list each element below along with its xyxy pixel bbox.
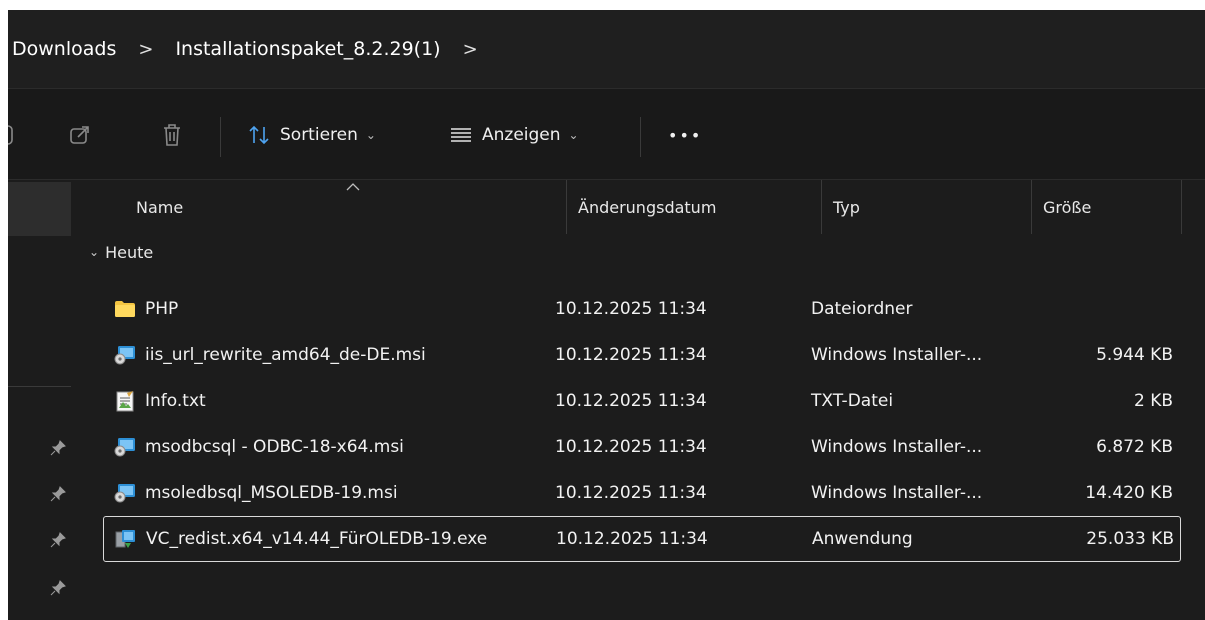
file-size: 25.033 KB — [1086, 529, 1174, 549]
file-date: 10.12.2025 11:34 — [555, 437, 707, 457]
msi-installer-icon — [113, 332, 137, 378]
column-header-name[interactable]: Name — [136, 180, 183, 234]
file-row[interactable]: PHP 10.12.2025 11:34 Dateiordner — [103, 286, 1181, 332]
file-type: Windows Installer-... — [811, 483, 983, 503]
folder-icon — [113, 286, 137, 332]
file-size: 14.420 KB — [1085, 483, 1173, 503]
file-name: msodbcsql - ODBC-18-x64.msi — [145, 437, 404, 457]
file-size: 6.872 KB — [1096, 437, 1173, 457]
file-row[interactable]: Info.txt 10.12.2025 11:34 TXT-Datei 2 KB — [103, 378, 1181, 424]
msi-installer-icon — [113, 470, 137, 516]
more-icon: ••• — [668, 125, 703, 145]
file-row[interactable]: VC_redist.x64_v14.44_FürOLEDB-19.exe 10.1… — [103, 516, 1181, 562]
file-size — [1003, 286, 1173, 332]
navigation-pane — [8, 180, 71, 620]
group-label: Heute — [105, 242, 154, 262]
sort-icon — [248, 124, 270, 146]
nav-divider — [8, 386, 71, 387]
column-divider[interactable] — [1031, 180, 1032, 234]
column-header-row: Name Änderungsdatum Typ Größe — [71, 180, 1205, 234]
file-date: 10.12.2025 11:34 — [555, 483, 707, 503]
view-lines-icon — [450, 126, 472, 144]
pin-icon[interactable] — [50, 440, 66, 456]
file-name: Info.txt — [145, 391, 206, 411]
column-header-size[interactable]: Größe — [1043, 180, 1091, 234]
file-type: Windows Installer-... — [811, 437, 983, 457]
breadcrumb-separator: > — [138, 38, 154, 60]
file-list: Name Änderungsdatum Typ Größe ⌄ Heute PH… — [71, 180, 1205, 620]
exe-installer-icon — [114, 517, 138, 561]
msi-installer-icon — [113, 424, 137, 470]
sort-ascending-icon — [346, 183, 360, 191]
chevron-down-icon: ⌄ — [89, 245, 100, 259]
column-divider[interactable] — [1181, 180, 1182, 234]
column-divider[interactable] — [821, 180, 822, 234]
file-size: 5.944 KB — [1096, 345, 1173, 365]
pin-icon[interactable] — [50, 580, 66, 596]
file-name: iis_url_rewrite_amd64_de-DE.msi — [145, 345, 426, 365]
text-file-icon — [113, 378, 137, 424]
file-date: 10.12.2025 11:34 — [555, 391, 707, 411]
column-header-type[interactable]: Typ — [833, 180, 860, 234]
file-type: Windows Installer-... — [811, 345, 983, 365]
share-icon — [68, 123, 92, 147]
file-row[interactable]: msodbcsql - ODBC-18-x64.msi 10.12.2025 11… — [103, 424, 1181, 470]
file-row[interactable]: msoledbsql_MSOLEDB-19.msi 10.12.2025 11:3… — [103, 470, 1181, 516]
group-header-today[interactable]: ⌄ Heute — [89, 238, 153, 266]
partial-toolbar-button[interactable] — [8, 119, 14, 151]
chevron-down-icon: ⌄ — [568, 128, 579, 142]
file-type: TXT-Datei — [811, 391, 894, 411]
pin-icon[interactable] — [50, 486, 66, 502]
breadcrumb-separator-end[interactable]: > — [463, 39, 478, 60]
view-label: Anzeigen — [482, 125, 561, 145]
chevron-down-icon: ⌄ — [365, 128, 376, 142]
sort-button[interactable]: Sortieren ⌄ — [248, 119, 376, 151]
trash-icon — [161, 123, 183, 147]
more-options-button[interactable]: ••• — [668, 119, 702, 151]
address-bar[interactable]: Downloads > Installationspaket_8.2.29(1)… — [8, 10, 1205, 89]
pin-icon[interactable] — [50, 532, 66, 548]
column-divider[interactable] — [566, 180, 567, 234]
file-name: VC_redist.x64_v14.44_FürOLEDB-19.exe — [146, 529, 488, 549]
share-button[interactable] — [68, 119, 92, 151]
view-button[interactable]: Anzeigen ⌄ — [450, 119, 579, 151]
file-size: 2 KB — [1133, 391, 1173, 411]
paste-icon — [8, 124, 14, 146]
file-date: 10.12.2025 11:34 — [556, 529, 708, 549]
file-explorer-window: Downloads > Installationspaket_8.2.29(1)… — [8, 10, 1205, 620]
command-bar: Sortieren ⌄ Anzeigen ⌄ ••• — [8, 89, 1205, 180]
breadcrumb-installationspaket[interactable]: Installationspaket_8.2.29(1) — [175, 32, 440, 66]
file-name: msoledbsql_MSOLEDB-19.msi — [145, 483, 398, 503]
nav-item-selected[interactable] — [8, 182, 71, 236]
file-date: 10.12.2025 11:34 — [555, 345, 707, 365]
column-header-date[interactable]: Änderungsdatum — [578, 180, 716, 234]
file-type: Dateiordner — [811, 299, 913, 319]
file-name: PHP — [145, 299, 179, 319]
sort-label: Sortieren — [280, 125, 358, 145]
file-row[interactable]: iis_url_rewrite_amd64_de-DE.msi 10.12.202… — [103, 332, 1181, 378]
breadcrumb-downloads[interactable]: Downloads — [12, 32, 116, 66]
toolbar-divider — [640, 117, 641, 157]
toolbar-divider — [220, 117, 221, 157]
file-type: Anwendung — [812, 529, 913, 549]
delete-button[interactable] — [161, 119, 183, 151]
file-date: 10.12.2025 11:34 — [555, 299, 707, 319]
